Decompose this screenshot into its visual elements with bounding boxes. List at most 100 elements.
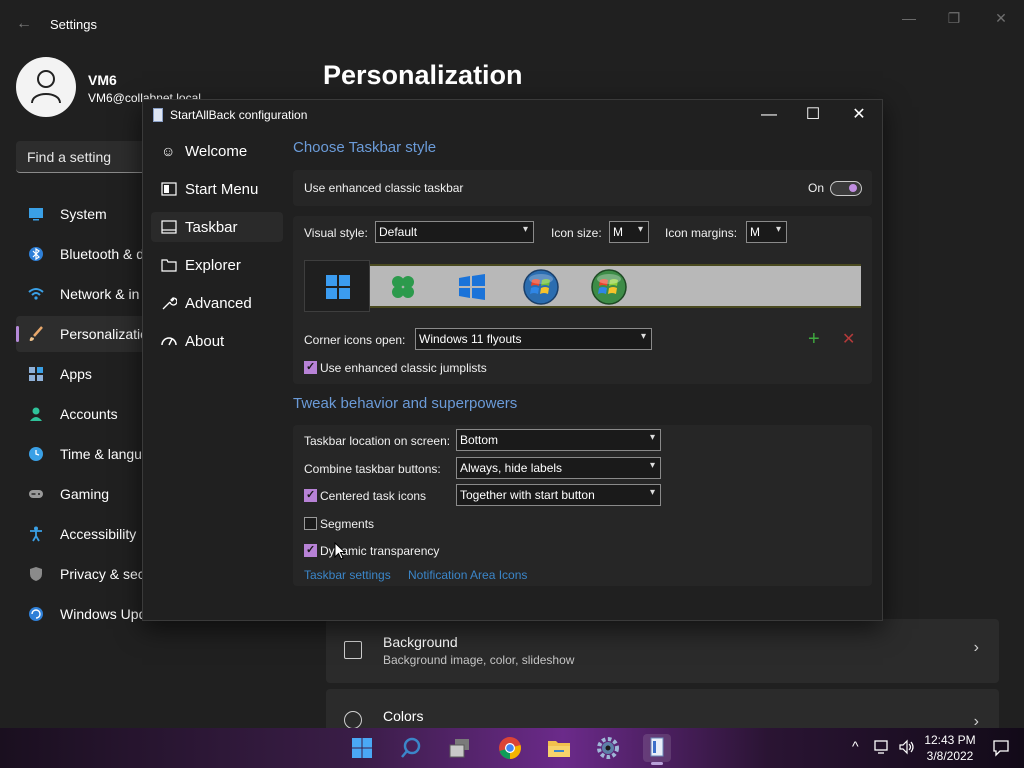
picture-icon [344, 641, 362, 659]
section-title-tweak: Tweak behavior and superpowers [293, 395, 518, 412]
sidebar-item-advanced[interactable]: Advanced [151, 288, 283, 318]
sidebar-label: Taskbar [185, 219, 238, 236]
combine-buttons-label: Combine taskbar buttons: [304, 462, 441, 476]
update-icon [29, 607, 43, 621]
jumplists-label: Use enhanced classic jumplists [320, 361, 487, 375]
sidebar-label: Start Menu [185, 181, 259, 198]
close-button[interactable]: ✕ [844, 104, 874, 126]
sidebar-item-about[interactable]: About [151, 326, 283, 356]
start-menu-icon [161, 182, 177, 196]
visual-style-label: Visual style: [304, 226, 368, 240]
chevron-down-icon: ▾ [522, 224, 528, 235]
centered-icons-value: Together with start button [460, 488, 595, 502]
centered-icons-select[interactable]: Together with start button ▾ [456, 484, 661, 506]
search-icon [401, 737, 421, 758]
toggle-track [830, 181, 862, 196]
add-icon[interactable]: + [808, 329, 820, 349]
clock-icon [29, 447, 43, 461]
icon-size-value: M [613, 225, 623, 239]
user-name: VM6 [88, 72, 117, 88]
clock-date: 3/8/2022 [926, 749, 974, 763]
icon-margins-select[interactable]: M ▾ [746, 221, 787, 243]
segments-checkbox[interactable] [304, 517, 317, 530]
combine-buttons-select[interactable]: Always, hide labels ▾ [456, 457, 661, 479]
bluetooth-icon [29, 247, 43, 261]
card-title: Background [383, 634, 458, 650]
person-icon [30, 407, 42, 421]
start-button[interactable] [348, 734, 376, 762]
chevron-up-icon[interactable]: ^ [852, 738, 859, 754]
avatar[interactable] [16, 57, 76, 117]
windows7-orb-icon[interactable] [522, 268, 560, 306]
remove-icon[interactable]: ✕ [842, 331, 855, 349]
nav-label: Time & langu [60, 446, 142, 462]
taskbar-settings-link[interactable]: Taskbar settings [304, 568, 391, 582]
windows10-logo-icon[interactable] [458, 274, 486, 300]
visual-style-select[interactable]: Default ▾ [375, 221, 534, 243]
minimize-button[interactable]: — [897, 8, 921, 28]
sidebar-item-explorer[interactable]: Explorer [151, 250, 283, 280]
chevron-down-icon: ▾ [775, 224, 781, 235]
network-icon[interactable] [874, 739, 892, 755]
icon-margins-value: M [750, 225, 760, 239]
nav-label: Accessibility [60, 526, 137, 542]
enhanced-taskbar-panel: Use enhanced classic taskbar On [293, 170, 872, 206]
chevron-down-icon: ▾ [637, 224, 643, 235]
settings-app-button[interactable] [594, 734, 622, 762]
vista-orb-icon[interactable] [590, 268, 628, 306]
accessibility-icon [30, 526, 42, 542]
nav-label: Apps [60, 366, 92, 382]
sidebar-item-welcome[interactable]: ☺ Welcome [151, 136, 283, 166]
restore-button[interactable]: ❐ [942, 8, 966, 28]
dynamic-transparency-checkbox[interactable] [304, 543, 317, 557]
section-title-taskbar-style: Choose Taskbar style [293, 139, 437, 156]
startallback-dialog: StartAllBack configuration — ☐ ✕ ☺ Welco… [142, 99, 883, 621]
task-view-button[interactable] [446, 734, 474, 762]
notification-area-icons-link[interactable]: Notification Area Icons [408, 568, 527, 582]
close-button[interactable]: ✕ [989, 8, 1013, 28]
taskbar-search-button[interactable] [397, 734, 425, 762]
jumplists-checkbox[interactable] [304, 360, 317, 374]
icon-size-select[interactable]: M ▾ [609, 221, 649, 243]
start-button-style-picker [304, 260, 861, 312]
maximize-button[interactable]: ☐ [798, 104, 828, 126]
system-clock[interactable]: 12:43 PM 3/8/2022 [922, 732, 978, 764]
gamepad-icon [29, 490, 43, 498]
page-title: Personalization [323, 60, 523, 90]
chevron-right-icon: › [973, 639, 979, 656]
taskbar-location-value: Bottom [460, 433, 499, 447]
nav-label: Accounts [60, 406, 118, 422]
smile-icon: ☺ [161, 143, 176, 159]
speedometer-icon [161, 337, 177, 346]
style-option-windows11[interactable] [304, 260, 370, 312]
background-card[interactable]: Background Background image, color, slid… [326, 619, 999, 683]
centered-icons-label: Centered task icons [320, 489, 427, 503]
brush-icon [29, 326, 43, 341]
corner-icons-label: Corner icons open: [304, 333, 406, 347]
chevron-down-icon: ▾ [640, 331, 646, 342]
centered-icons-checkbox[interactable] [304, 488, 317, 502]
nav-label: Windows Upd [60, 606, 147, 622]
clover-logo-icon[interactable] [390, 274, 416, 300]
taskbar-location-select[interactable]: Bottom ▾ [456, 429, 661, 451]
dialog-title: StartAllBack configuration [170, 108, 308, 122]
volume-icon[interactable] [898, 739, 916, 755]
palette-icon [344, 711, 362, 729]
sidebar-label: Explorer [185, 257, 241, 274]
notification-icon[interactable] [992, 739, 1010, 757]
file-explorer-button[interactable] [545, 734, 573, 762]
wrench-icon [162, 297, 177, 310]
corner-icons-select[interactable]: Windows 11 flyouts ▾ [415, 328, 652, 350]
chevron-down-icon: ▾ [649, 487, 655, 498]
chrome-button[interactable] [496, 734, 524, 762]
visual-style-value: Default [379, 225, 418, 239]
minimize-button[interactable]: — [754, 104, 784, 126]
sidebar-item-start-menu[interactable]: Start Menu [151, 174, 283, 204]
wifi-icon [28, 288, 44, 300]
sidebar-item-taskbar[interactable]: Taskbar [151, 212, 283, 242]
nav-label: Bluetooth & d [60, 246, 145, 262]
back-arrow-icon[interactable]: ← [14, 14, 34, 34]
startallback-button[interactable] [643, 734, 671, 765]
nav-label: Personalizatio [60, 326, 148, 342]
chevron-down-icon: ▾ [649, 460, 655, 471]
